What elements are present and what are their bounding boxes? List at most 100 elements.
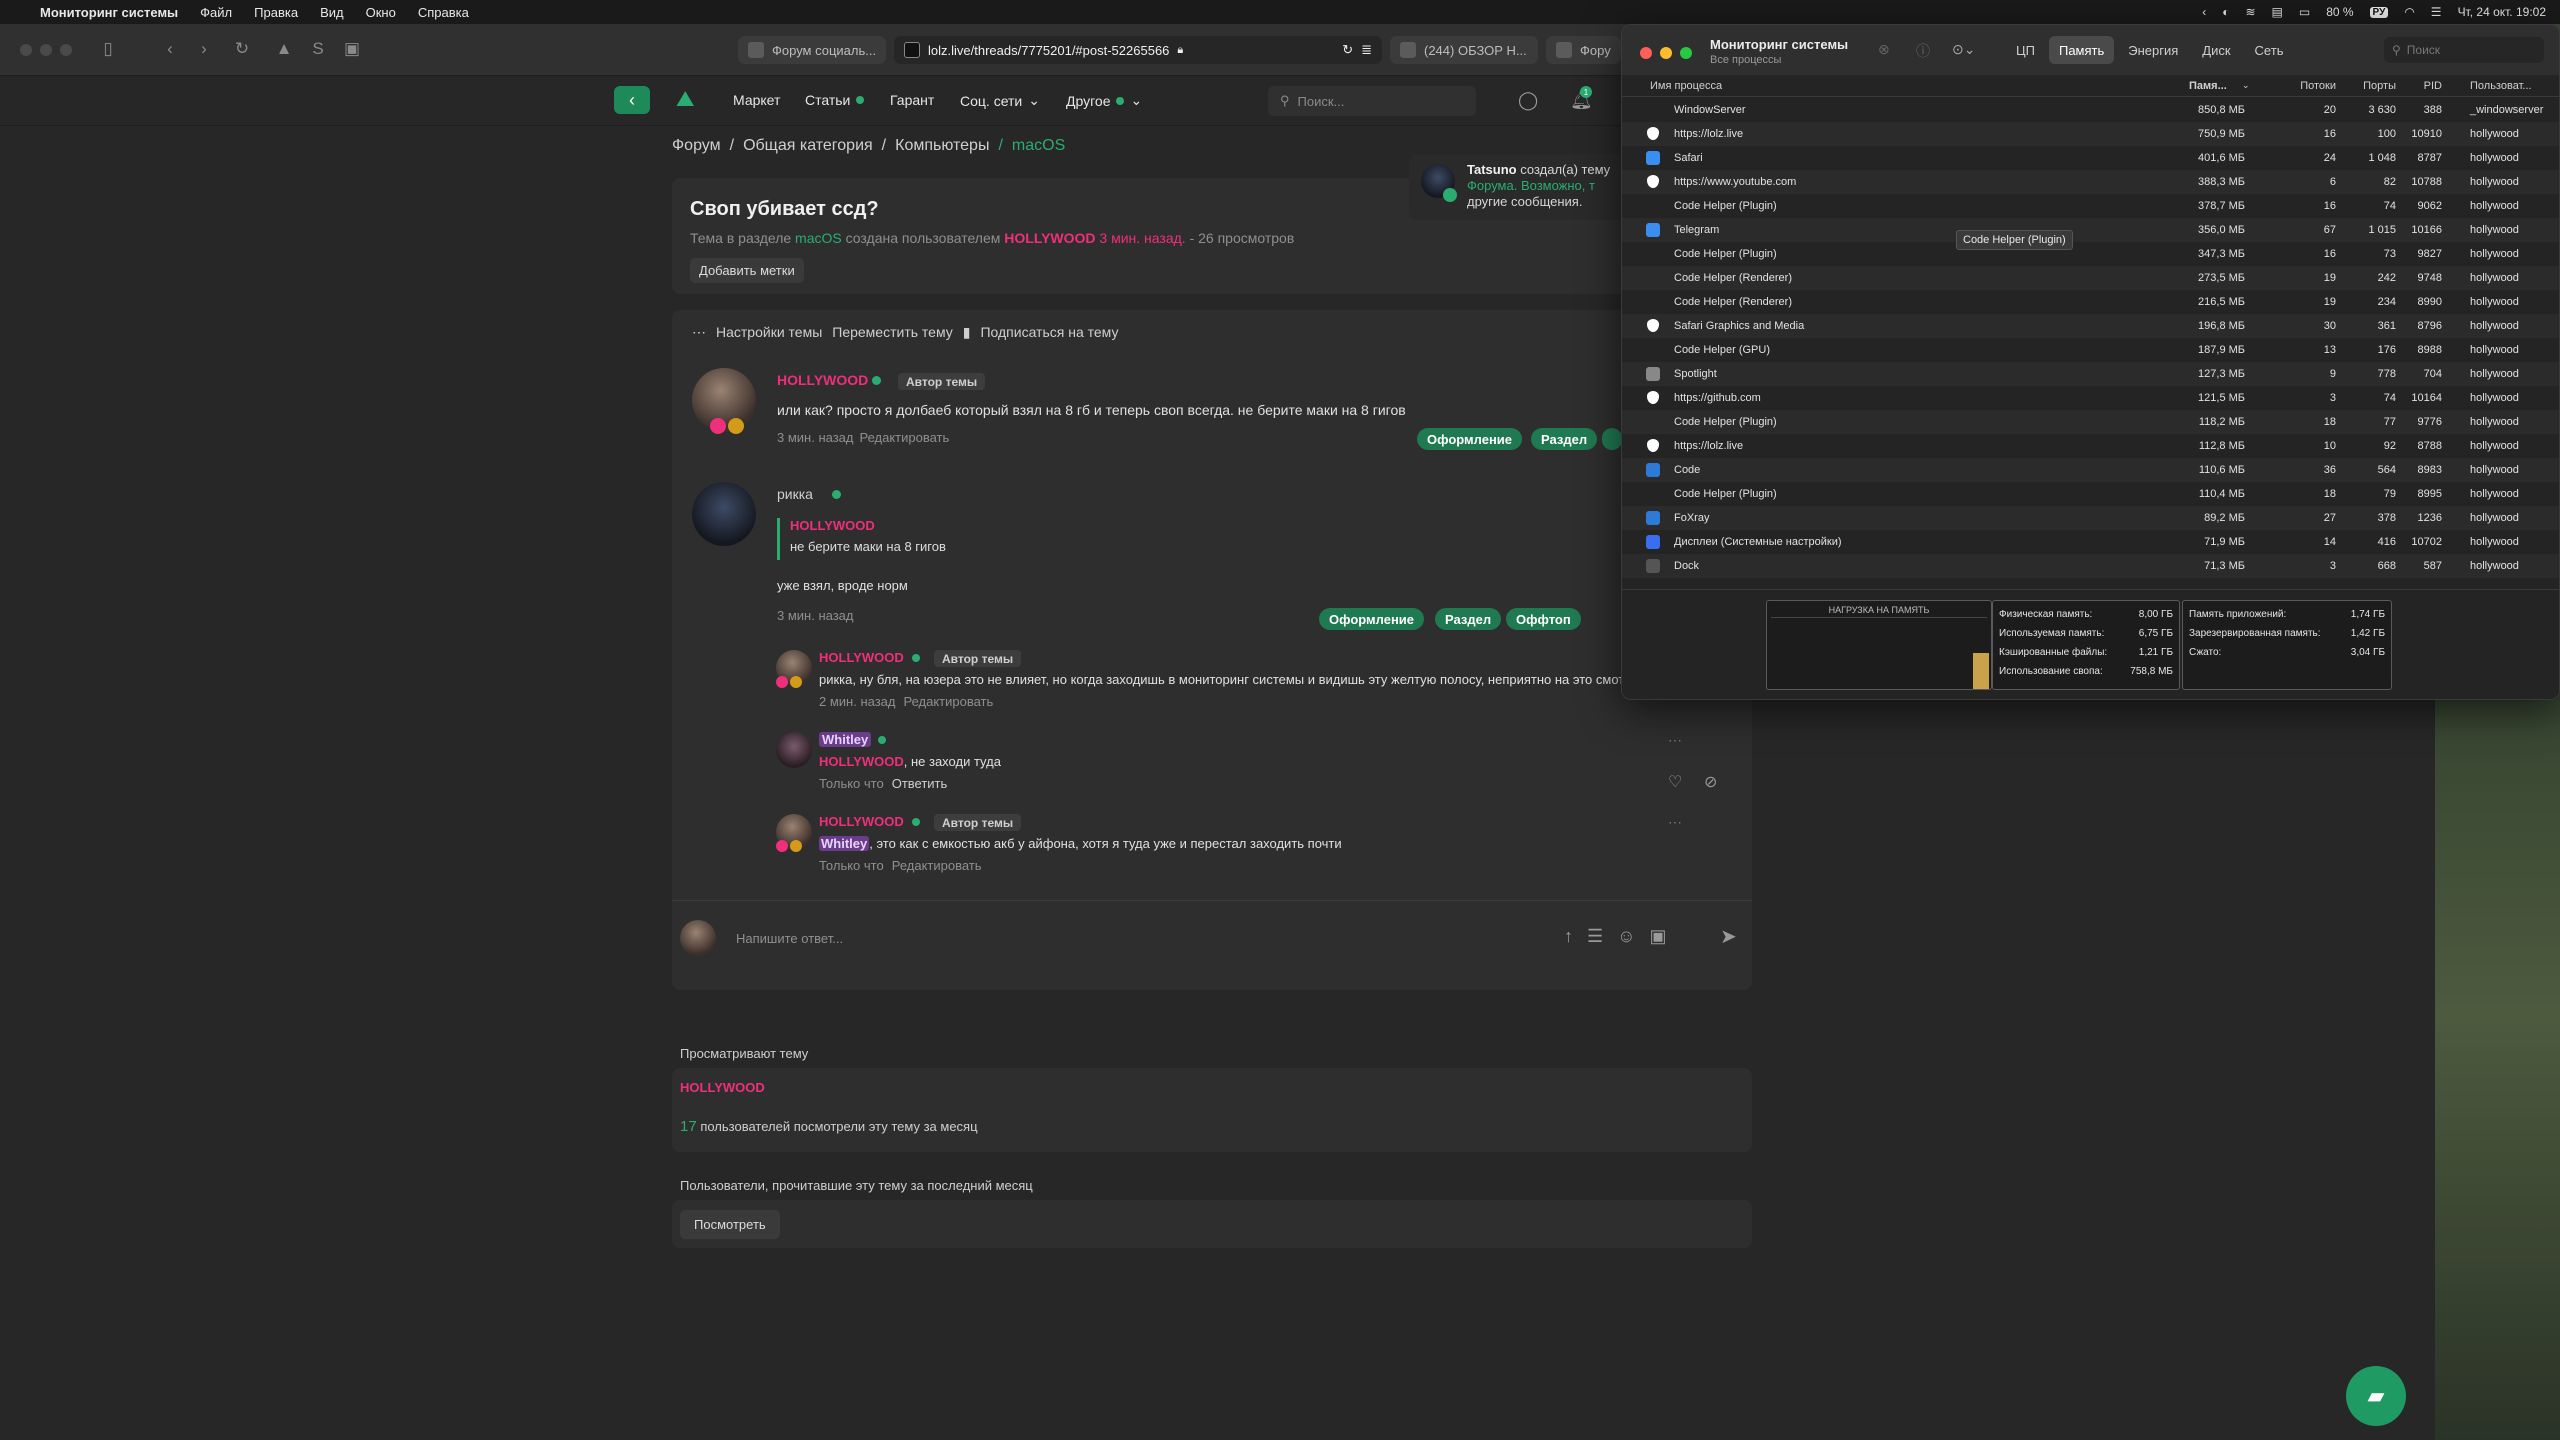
back-icon[interactable]: ‹	[158, 36, 182, 62]
mention-link[interactable]: HOLLYWOOD	[819, 754, 904, 769]
process-row[interactable]: https://www.youtube.com 388,3 МБ 6 82 10788 h…	[1622, 170, 2559, 194]
avatar[interactable]	[776, 732, 812, 768]
more-icon[interactable]: ⋯	[1668, 814, 1682, 831]
process-row[interactable]: FoXray 89,2 МБ 27 378 1236 hollywood	[1622, 506, 2559, 530]
like-icon[interactable]: ♡	[1668, 772, 1682, 792]
address-bar-url[interactable]: lolz.live/threads/7775201/#post-52265566	[928, 43, 1169, 58]
control-center-icon[interactable]: ☰	[2431, 5, 2442, 19]
edit-link[interactable]: Редактировать	[892, 858, 982, 873]
process-row[interactable]: Code Helper (Plugin) 110,4 МБ 18 79 8995 holl…	[1622, 482, 2559, 506]
breadcrumb-general[interactable]: Общая категория	[743, 137, 873, 155]
reload-icon[interactable]: ↻	[1342, 42, 1353, 58]
site-search-input[interactable]: ⚲ Поиск...	[1268, 86, 1476, 116]
emoji-icon[interactable]: ☺	[1617, 926, 1635, 947]
tab-disk[interactable]: Диск	[2192, 36, 2240, 64]
send-icon[interactable]: ➤	[1720, 924, 1737, 949]
clock[interactable]: Чт, 24 окт. 19:02	[2458, 5, 2546, 19]
process-row[interactable]: Telegram 356,0 МБ 67 1 015 10166 hollywood	[1622, 218, 2559, 242]
process-row[interactable]: Code Helper (Plugin) 347,3 МБ 16 73 9827 holl…	[1622, 242, 2559, 266]
window-minimize-button[interactable]	[40, 44, 52, 56]
extension-icon[interactable]: ▲	[272, 36, 296, 62]
meta-author-link[interactable]: HOLLYWOOD	[1004, 230, 1095, 246]
tag-offtopic[interactable]	[1602, 428, 1622, 450]
col-threads[interactable]: Потоки	[2282, 80, 2336, 92]
nav-market[interactable]: Маркет	[733, 92, 780, 108]
breadcrumb-computers[interactable]: Компьютеры	[895, 137, 989, 155]
chat-fab-icon[interactable]: ▰	[2346, 1366, 2406, 1426]
chevron-left-icon[interactable]: ‹	[2202, 5, 2206, 19]
more-options-icon[interactable]: ⊙⌄	[1952, 41, 1975, 58]
tag-section[interactable]: Раздел	[1435, 608, 1502, 630]
tab-forum[interactable]: Форум социаль...	[738, 36, 886, 64]
process-row[interactable]: Safari 401,6 МБ 24 1 048 8787 hollywood	[1622, 146, 2559, 170]
window-close-button[interactable]	[20, 44, 32, 56]
nav-guarantor[interactable]: Гарант	[890, 92, 934, 108]
comment-author[interactable]: HOLLYWOOD	[819, 650, 904, 665]
chat-icon[interactable]: ◯	[1518, 90, 1538, 111]
process-row[interactable]: Code Helper (Renderer) 273,5 МБ 19 242 9748 h…	[1622, 266, 2559, 290]
col-pid[interactable]: PID	[2402, 80, 2442, 92]
view-readers-button[interactable]: Посмотреть	[680, 1210, 780, 1239]
post-author[interactable]: рикка	[777, 486, 813, 502]
breadcrumb-forum[interactable]: Форум	[672, 137, 721, 155]
breadcrumb-macos[interactable]: macOS	[1012, 137, 1065, 155]
tag-offtopic[interactable]: Оффтоп	[1506, 608, 1581, 630]
list-icon[interactable]: ☰	[1587, 926, 1603, 947]
window-zoom-button[interactable]	[1680, 47, 1692, 59]
move-thread-link[interactable]: Переместить тему	[832, 324, 952, 341]
nav-other[interactable]: Другое ⌄	[1066, 92, 1142, 109]
site-logo[interactable]: ⛰	[676, 86, 694, 112]
reply-input[interactable]: Напишите ответ...	[736, 931, 843, 946]
tag-section[interactable]: Раздел	[1531, 428, 1598, 450]
edit-link[interactable]: Редактировать	[903, 694, 993, 709]
meta-section-link[interactable]: macOS	[795, 230, 842, 246]
window-zoom-button[interactable]	[60, 44, 72, 56]
tab-current[interactable]: lolz.live/threads/7775201/#post-52265566…	[894, 36, 1382, 64]
reply-link[interactable]: Ответить	[892, 776, 948, 791]
extension-icon[interactable]: S	[306, 36, 330, 62]
process-row[interactable]: Code Helper (Plugin) 378,7 МБ 16 74 9062 holl…	[1622, 194, 2559, 218]
edit-link[interactable]: Редактировать	[859, 430, 949, 445]
menu-edit[interactable]: Правка	[254, 5, 298, 20]
tag-design[interactable]: Оформление	[1319, 608, 1425, 630]
process-row[interactable]: https://github.com 121,5 МБ 3 74 10164 hollyw…	[1622, 386, 2559, 410]
reload-icon[interactable]: ↻	[230, 36, 254, 62]
process-row[interactable]: Дисплеи (Системные настройки) 71,9 МБ 14 41…	[1622, 530, 2559, 554]
input-source[interactable]: РУ	[2369, 6, 2389, 18]
info-icon[interactable]: ⓘ	[1916, 41, 1930, 61]
process-row[interactable]: Dock 71,3 МБ 3 668 587 hollywood	[1622, 554, 2559, 578]
collapse-button[interactable]: ‹	[614, 86, 650, 114]
tag-design[interactable]: Оформление	[1417, 428, 1523, 450]
process-row[interactable]: https://lolz.live 750,9 МБ 16 100 10910 holly…	[1622, 122, 2559, 146]
nav-social[interactable]: Соц. сети ⌄	[960, 92, 1040, 109]
process-row[interactable]: Code Helper (Plugin) 118,2 МБ 18 77 9776 holl…	[1622, 410, 2559, 434]
window-minimize-button[interactable]	[1660, 47, 1672, 59]
menu-view[interactable]: Вид	[320, 5, 344, 20]
process-row[interactable]: Spotlight 127,3 МБ 9 778 704 hollywood	[1622, 362, 2559, 386]
comment-time[interactable]: Только что	[819, 776, 884, 791]
status-icon[interactable]: ≋	[2245, 5, 2255, 19]
tab-network[interactable]: Сеть	[2245, 36, 2294, 64]
quote-author[interactable]: HOLLYWOOD	[790, 518, 946, 533]
tab-forum-2[interactable]: Фору	[1546, 36, 1621, 64]
status-icon[interactable]: ▤	[2272, 5, 2283, 19]
tab-memory[interactable]: Память	[2048, 36, 2115, 64]
col-user[interactable]: Пользоват...	[2470, 80, 2532, 92]
menu-help[interactable]: Справка	[418, 5, 469, 20]
process-row[interactable]: Code Helper (Renderer) 216,5 МБ 19 234 8990 h…	[1622, 290, 2559, 314]
add-tags-button[interactable]: Добавить метки	[690, 258, 804, 283]
menu-window[interactable]: Окно	[366, 5, 396, 20]
comment-author[interactable]: HOLLYWOOD	[819, 814, 904, 829]
more-icon[interactable]: ⋯	[1668, 732, 1682, 749]
forward-icon[interactable]: ›	[192, 36, 216, 62]
comment-time[interactable]: Только что	[819, 858, 884, 873]
col-memory[interactable]: Памя...	[2189, 80, 2227, 92]
menu-file[interactable]: Файл	[200, 5, 232, 20]
sidebar-icon[interactable]: ▯	[96, 36, 120, 62]
hide-icon[interactable]: ⊘	[1704, 772, 1717, 792]
process-row[interactable]: Code 110,6 МБ 36 564 8983 hollywood	[1622, 458, 2559, 482]
thread-settings-link[interactable]: Настройки темы	[716, 324, 822, 341]
col-ports[interactable]: Порты	[2342, 80, 2396, 92]
tab-cpu[interactable]: ЦП	[2006, 36, 2045, 64]
nav-articles[interactable]: Статьи	[805, 92, 865, 108]
